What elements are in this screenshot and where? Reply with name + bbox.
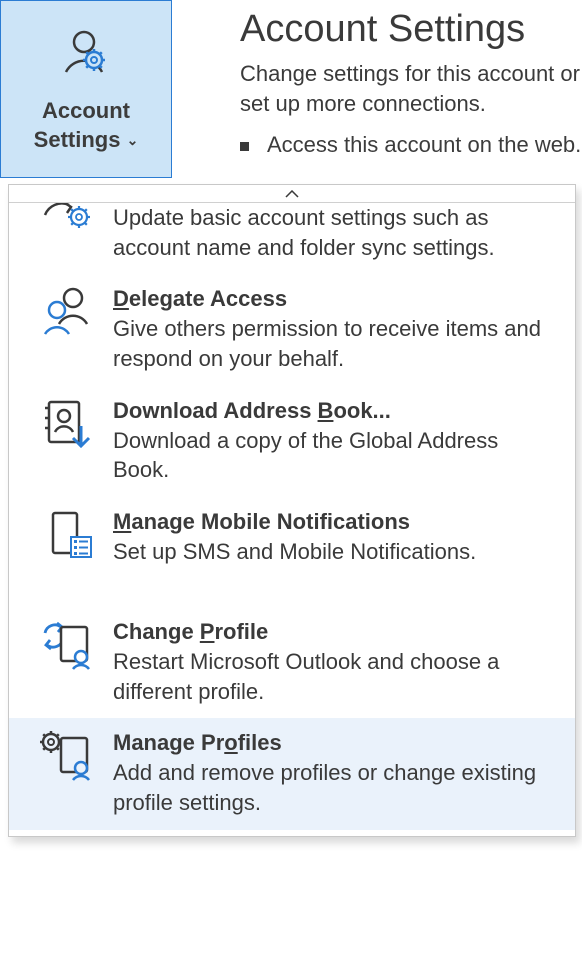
menu-item-download-address-book[interactable]: Download Address Book... Download a copy… <box>9 386 575 497</box>
menu-item-title: Download Address Book... <box>113 398 559 424</box>
account-settings-dropdown: Update basic account settings such as ac… <box>8 184 576 837</box>
menu-item-title: Change Profile <box>113 619 559 645</box>
ribbon-label: Account Settings ⌄ <box>34 96 139 155</box>
bullet-icon <box>240 142 249 151</box>
menu-item-title: Manage Profiles <box>113 730 559 756</box>
chevron-up-icon <box>285 190 299 198</box>
menu-item-manage-mobile-notifications[interactable]: Manage Mobile Notifications Set up SMS a… <box>9 497 575 579</box>
arrow-gear-icon <box>39 203 95 243</box>
menu-item-desc: Set up SMS and Mobile Notifications. <box>113 537 559 567</box>
gear-profile-icon <box>39 728 95 784</box>
menu-item-desc: Restart Microsoft Outlook and choose a d… <box>113 647 559 706</box>
bullet-item: Access this account on the web. <box>240 132 582 158</box>
menu-item-change-profile[interactable]: Change Profile Restart Microsoft Outlook… <box>9 607 575 718</box>
menu-item-desc: Update basic account settings such as ac… <box>113 203 559 262</box>
bullet-text: Access this account on the web. <box>267 132 581 158</box>
person-gear-icon <box>56 26 116 86</box>
account-settings-ribbon-button[interactable]: Account Settings ⌄ <box>0 0 172 178</box>
menu-item-desc: Add and remove profiles or change existi… <box>113 758 559 817</box>
swap-profile-icon <box>39 617 95 673</box>
header-area: Account Settings Change settings for thi… <box>240 8 582 158</box>
scroll-up-button[interactable] <box>9 185 575 203</box>
page-subtitle: Change settings for this account or set … <box>240 59 582 118</box>
menu-item-desc: Download a copy of the Global Address Bo… <box>113 426 559 485</box>
chevron-down-icon: ⌄ <box>127 132 139 148</box>
two-people-icon <box>39 284 95 340</box>
menu-item-delegate-access[interactable]: Delegate Access Give others permission t… <box>9 274 575 385</box>
menu-item-title: Manage Mobile Notifications <box>113 509 559 535</box>
phone-list-icon <box>39 507 95 563</box>
menu-item-desc: Give others permission to receive items … <box>113 314 559 373</box>
address-book-download-icon <box>39 396 95 452</box>
menu-item-account-settings[interactable]: Update basic account settings such as ac… <box>9 203 575 274</box>
menu-item-manage-profiles[interactable]: Manage Profiles Add and remove profiles … <box>9 718 575 829</box>
menu-item-title: Delegate Access <box>113 286 559 312</box>
page-title: Account Settings <box>240 8 582 51</box>
